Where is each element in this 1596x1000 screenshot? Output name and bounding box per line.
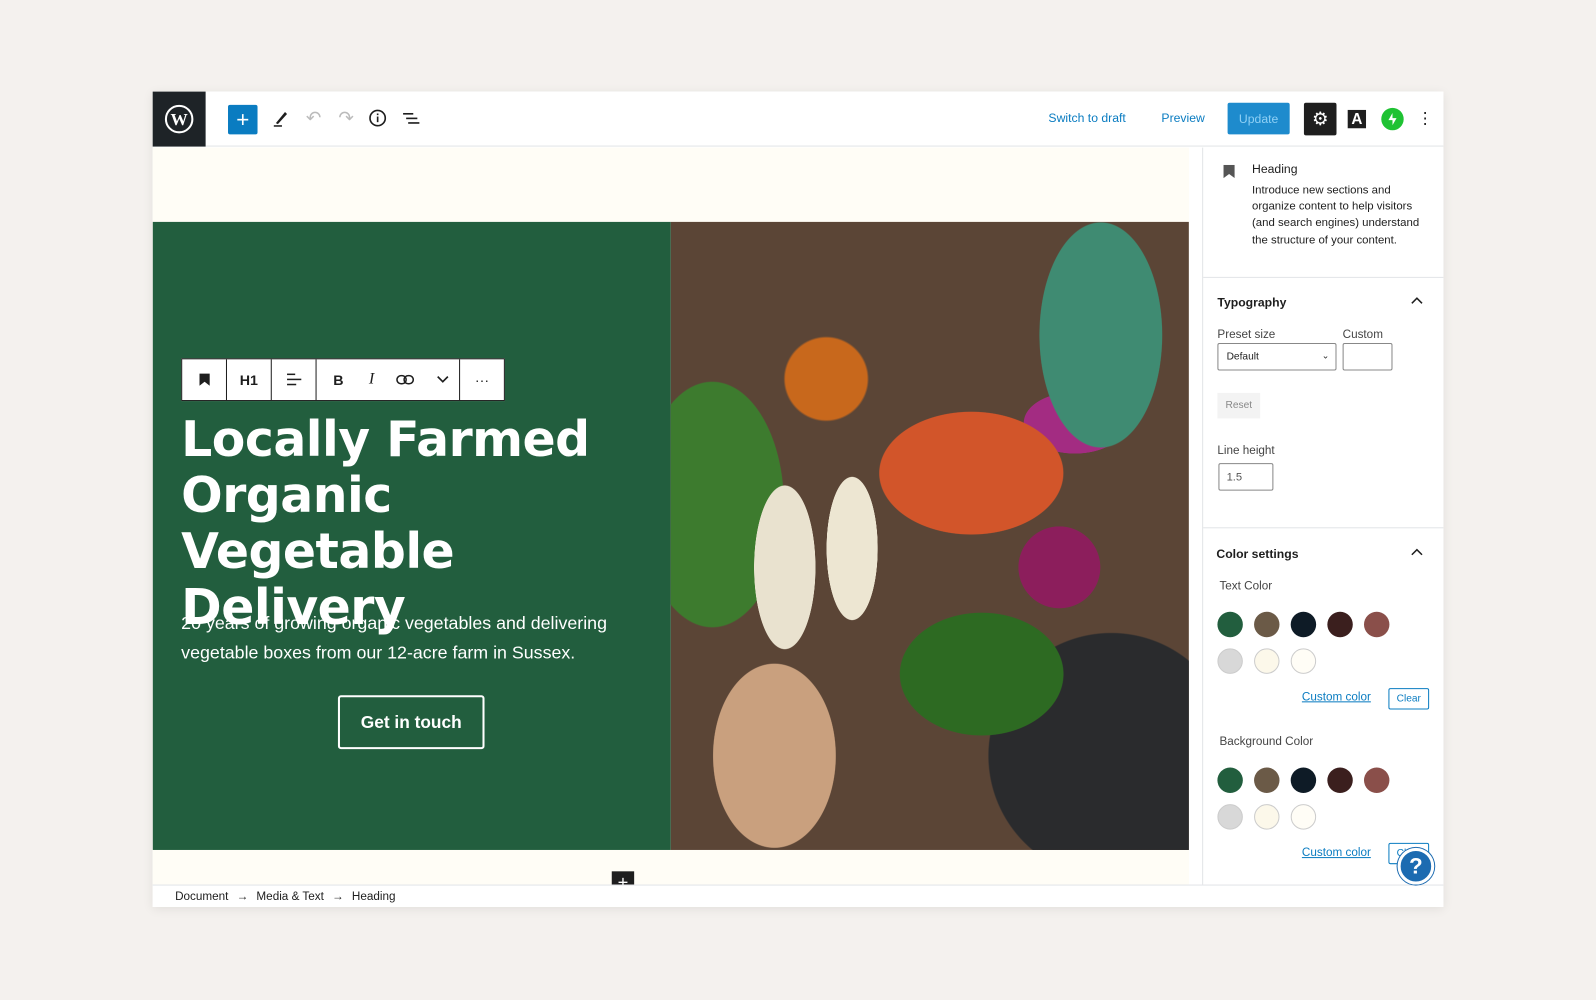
typography-panel-toggle[interactable]: Typography (1217, 295, 1286, 309)
color-swatch[interactable] (1217, 767, 1243, 793)
list-view-button[interactable] (401, 108, 421, 128)
settings-button[interactable]: ⚙ (1303, 102, 1337, 136)
vegetables-image[interactable] (670, 221, 1189, 850)
block-description: Introduce new sections and organize cont… (1252, 184, 1420, 246)
switch-to-draft-button[interactable]: Switch to draft (1048, 111, 1125, 125)
color-swatch[interactable] (1327, 611, 1353, 638)
background-color-label: Background Color (1219, 735, 1314, 749)
color-settings-panel: Color settings Text Color Custom color C… (1203, 528, 1443, 874)
chevron-down-icon (437, 376, 449, 383)
redo-button[interactable]: ↷ (336, 107, 356, 128)
italic-button[interactable]: I (360, 359, 382, 400)
color-swatch[interactable] (1254, 804, 1280, 830)
color-swatch[interactable] (1363, 767, 1390, 793)
block-type-button[interactable] (182, 359, 226, 400)
typography-panel: Typography Preset size Custom Default ⌄ R… (1203, 278, 1444, 529)
more-options-button[interactable]: ⋮ (1416, 108, 1434, 130)
info-icon (369, 109, 387, 127)
align-button[interactable] (272, 359, 316, 400)
color-swatch[interactable] (1290, 648, 1317, 674)
text-custom-color-link[interactable]: Custom color (1302, 691, 1371, 703)
list-view-icon (403, 112, 420, 124)
color-swatch[interactable] (1327, 767, 1353, 793)
bold-button[interactable]: B (317, 359, 361, 400)
wordpress-icon: W (164, 104, 194, 134)
undo-button[interactable]: ↶ (303, 107, 323, 128)
redo-icon: ↷ (338, 107, 354, 128)
settings-sidebar: Heading Introduce new sections and organ… (1202, 147, 1444, 885)
arrow-right-icon: → (236, 890, 249, 903)
font-icon: A (1351, 110, 1363, 128)
chevron-up-icon[interactable] (1411, 548, 1423, 556)
kebab-menu-icon: ⋮ (1416, 110, 1434, 129)
add-inner-block-button[interactable]: + (611, 871, 635, 885)
help-button[interactable]: ? (1397, 847, 1435, 885)
preset-size-value: Default (1226, 351, 1259, 363)
editor-window: W + ↶ ↷ Switch to draft Preview Update ⚙… (152, 91, 1444, 907)
pencil-icon (273, 111, 288, 127)
arrow-right-icon: → (332, 890, 344, 903)
color-swatch[interactable] (1290, 804, 1317, 830)
add-block-button[interactable]: + (228, 104, 258, 135)
custom-size-label: Custom (1342, 328, 1383, 341)
align-left-icon (286, 373, 301, 386)
reset-button[interactable]: Reset (1217, 392, 1261, 419)
breadcrumb: Document → Media & Text → Heading (152, 884, 1444, 907)
breadcrumb-media-text[interactable]: Media & Text (256, 890, 323, 902)
get-in-touch-button[interactable]: Get in touch (337, 695, 485, 750)
block-options-button[interactable]: ··· (460, 359, 504, 400)
chevron-down-icon: ⌄ (1321, 350, 1330, 361)
details-button[interactable] (367, 108, 387, 128)
color-swatch[interactable] (1254, 767, 1280, 793)
color-swatch[interactable] (1254, 648, 1280, 674)
more-formats-button[interactable] (427, 359, 460, 400)
color-swatch[interactable] (1254, 611, 1280, 638)
custom-size-input[interactable] (1342, 343, 1393, 371)
svg-text:W: W (171, 110, 189, 129)
text-color-clear-button[interactable]: Clear (1388, 688, 1430, 710)
color-swatch[interactable] (1290, 767, 1317, 793)
color-swatch[interactable] (1363, 611, 1390, 638)
gear-icon: ⚙ (1311, 108, 1329, 129)
question-mark-icon: ? (1409, 853, 1423, 879)
line-height-label: Line height (1217, 444, 1275, 458)
hero-subtext[interactable]: 20 years of growing organic vegetables a… (181, 609, 649, 668)
breadcrumb-heading[interactable]: Heading (352, 890, 396, 902)
block-card: Heading Introduce new sections and organ… (1203, 148, 1444, 278)
color-settings-toggle[interactable]: Color settings (1216, 547, 1298, 561)
hero-heading[interactable]: Locally Farmed Organic Vegetable Deliver… (181, 412, 649, 636)
background-custom-color-link[interactable]: Custom color (1302, 847, 1371, 859)
block-toolbar: H1 B I ··· (181, 358, 505, 402)
update-button[interactable]: Update (1227, 102, 1290, 135)
color-swatch[interactable] (1217, 648, 1243, 674)
jetpack-button[interactable] (1381, 107, 1404, 131)
undo-icon: ↶ (305, 107, 322, 128)
link-button[interactable] (383, 359, 427, 400)
preset-size-label: Preset size (1217, 328, 1276, 341)
block-name: Heading (1252, 161, 1298, 177)
bookmark-icon (198, 373, 210, 386)
color-swatch[interactable] (1290, 611, 1317, 638)
font-plugin-button[interactable]: A (1347, 109, 1367, 129)
edit-tool-button[interactable] (271, 108, 291, 128)
heading-level-button[interactable]: H1 (227, 359, 271, 400)
bookmark-icon (1223, 164, 1235, 179)
color-swatch[interactable] (1217, 804, 1243, 830)
chevron-up-icon[interactable] (1411, 296, 1423, 304)
plus-icon: + (617, 871, 629, 885)
jetpack-bolt-icon (1388, 112, 1397, 126)
editor-canvas: H1 B I ··· Locally Farmed Organic Vegeta… (152, 147, 1189, 885)
top-toolbar: W + ↶ ↷ Switch to draft Preview Update ⚙… (152, 91, 1444, 147)
media-text-content: H1 B I ··· Locally Farmed Organic Vegeta… (152, 221, 671, 885)
text-color-label: Text Color (1219, 580, 1273, 593)
link-icon (395, 374, 414, 385)
preview-button[interactable]: Preview (1161, 111, 1204, 125)
color-swatch[interactable] (1217, 611, 1243, 638)
preset-size-select[interactable]: Default ⌄ (1217, 343, 1337, 371)
wordpress-logo-button[interactable]: W (152, 91, 206, 147)
line-height-input[interactable]: 1.5 (1218, 463, 1274, 491)
breadcrumb-document[interactable]: Document (175, 890, 228, 902)
plus-icon: + (236, 106, 250, 132)
